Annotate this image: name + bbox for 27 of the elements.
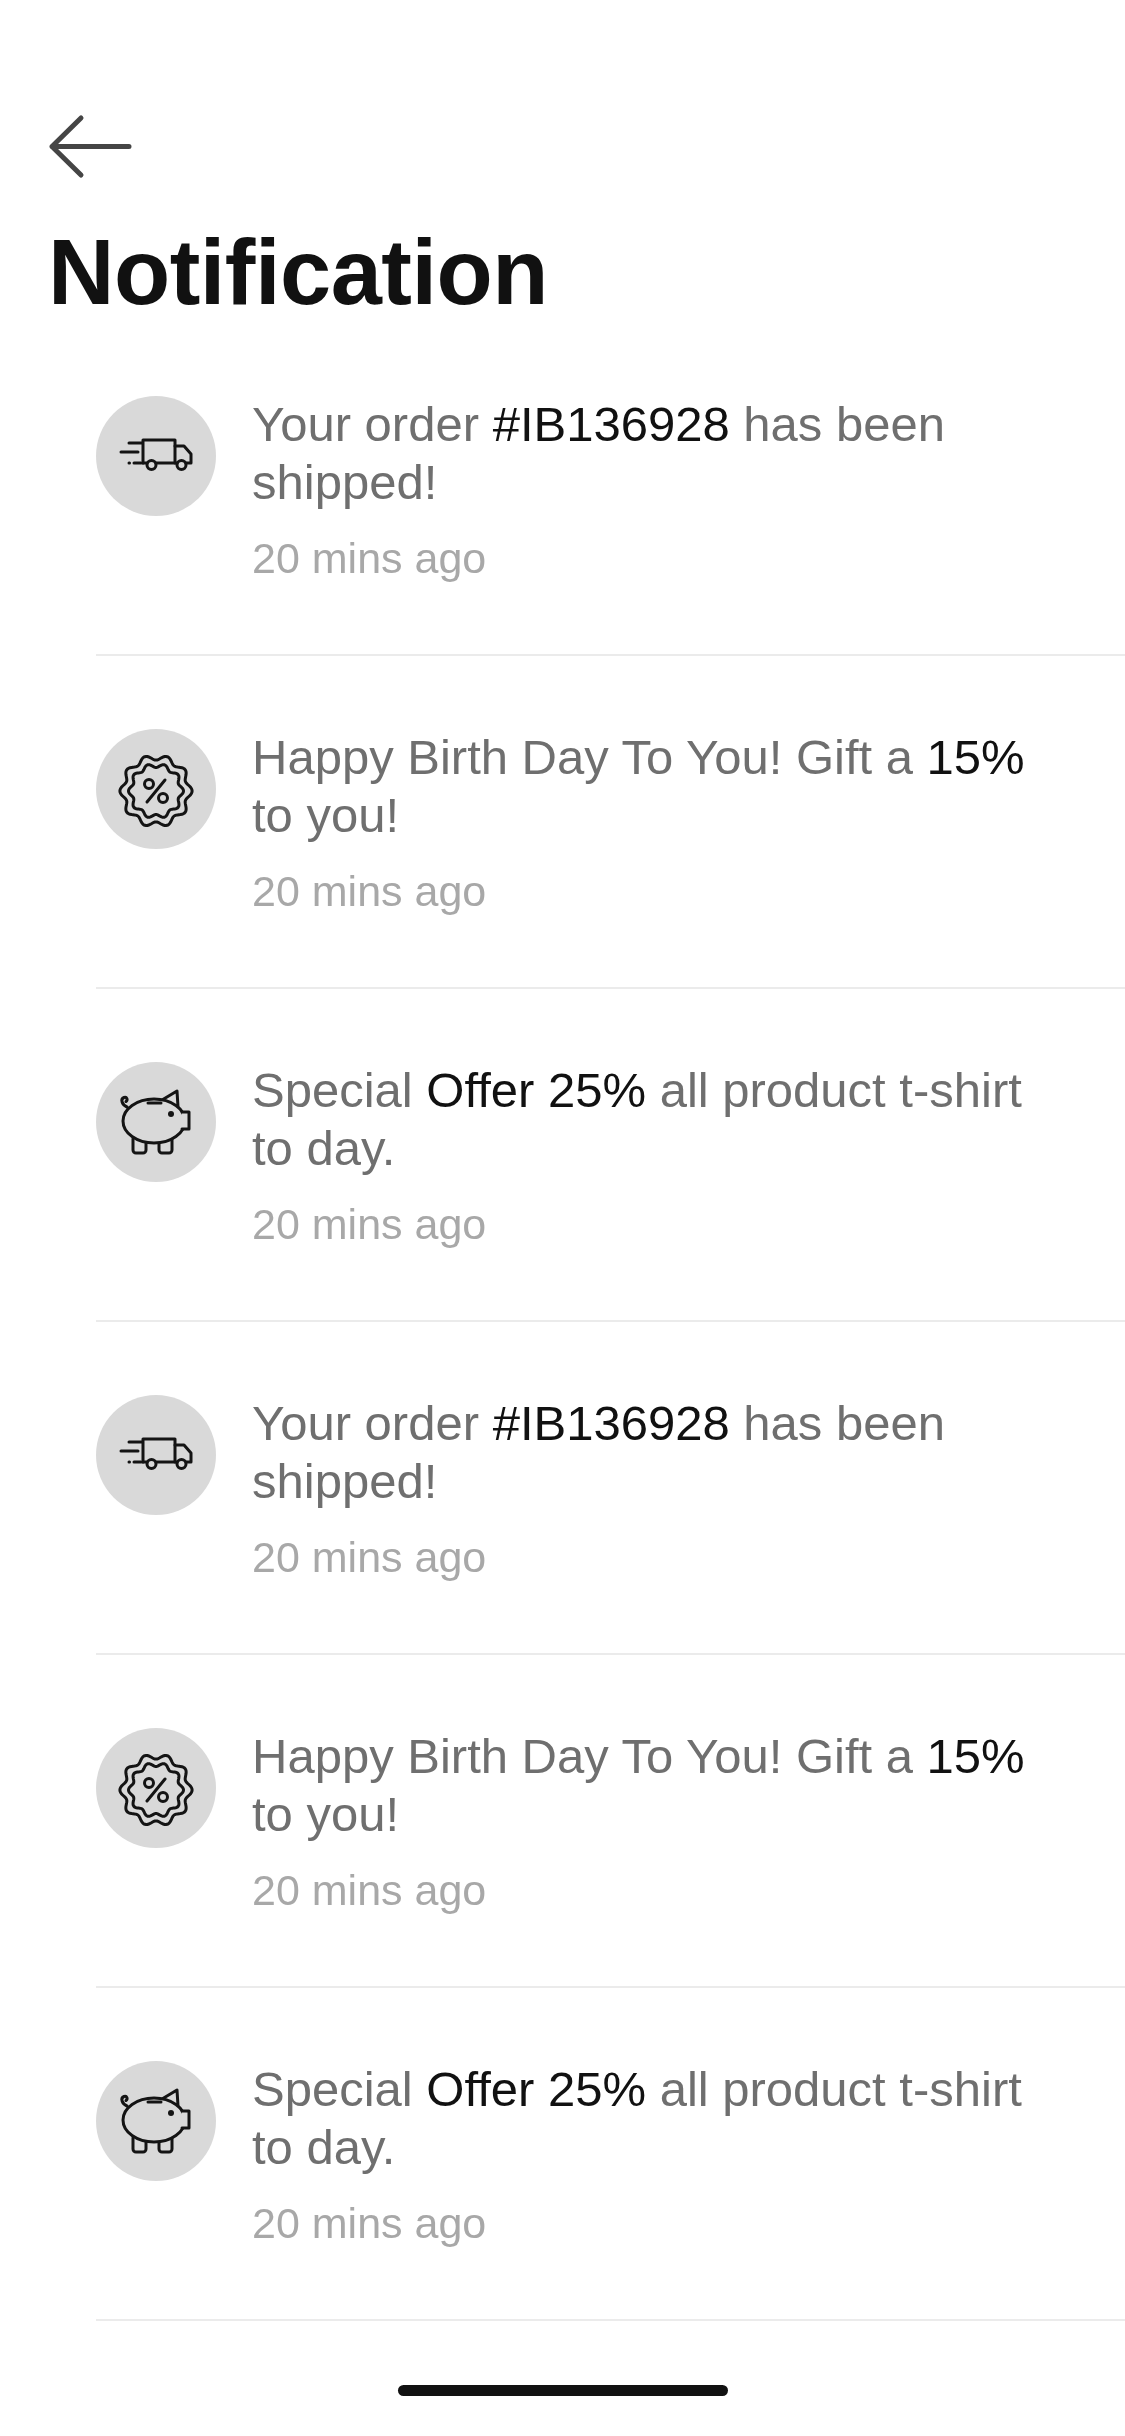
percent-seal-icon <box>96 1728 216 1848</box>
percent-seal-icon <box>96 729 216 849</box>
notification-message: Special Offer 25% all product t-shirt to day. <box>252 1062 1023 1177</box>
notification-item[interactable]: Special Offer 25% all product t-shirt to day. 20 mins ago <box>96 1988 1125 2321</box>
piggy-bank-icon <box>96 2061 216 2181</box>
page-title: Notification <box>48 222 549 323</box>
notification-time: 20 mins ago <box>252 533 488 584</box>
notification-item[interactable]: Happy Birth Day To You! Gift a 15% to you! 20 mins ago <box>96 656 1125 989</box>
notification-time: 20 mins ago <box>252 1865 488 1916</box>
truck-icon <box>96 396 216 516</box>
notification-item[interactable]: Happy Birth Day To You! Gift a 15% to you! 20 mins ago <box>96 1655 1125 1988</box>
notification-item[interactable]: Special Offer 25% all product t-shirt to day. 20 mins ago <box>96 989 1125 1322</box>
notification-time: 20 mins ago <box>252 1532 488 1583</box>
back-button[interactable] <box>48 114 132 179</box>
piggy-bank-icon <box>96 1062 216 1182</box>
back-arrow-icon <box>48 114 132 179</box>
notification-time: 20 mins ago <box>252 1199 488 1250</box>
notification-time: 20 mins ago <box>252 866 488 917</box>
notification-message: Special Offer 25% all product t-shirt to day. <box>252 2061 1023 2176</box>
notification-item[interactable]: Your order #IB136928 has been shipped! 20 mins ago <box>96 323 1125 656</box>
notification-message: Happy Birth Day To You! Gift a 15% to you! <box>252 1728 1026 1843</box>
notification-time: 20 mins ago <box>252 2198 488 2249</box>
notification-item[interactable]: Your order #IB136928 has been shipped! 20 mins ago <box>96 1322 1125 1655</box>
notification-message: Your order #IB136928 has been shipped! <box>252 396 946 511</box>
notification-message: Happy Birth Day To You! Gift a 15% to you! <box>252 729 1026 844</box>
truck-icon <box>96 1395 216 1515</box>
notification-message: Your order #IB136928 has been shipped! <box>252 1395 946 1510</box>
